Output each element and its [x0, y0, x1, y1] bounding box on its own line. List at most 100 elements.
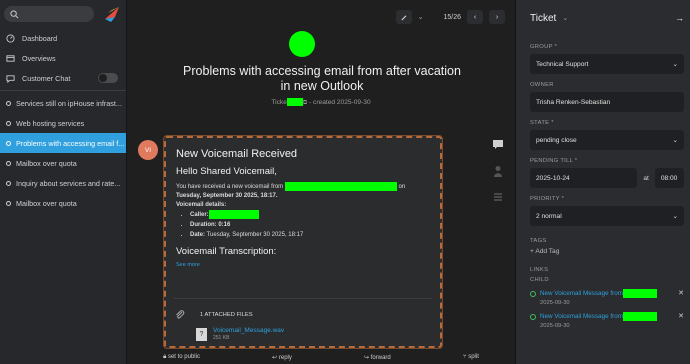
- nav-item-overviews[interactable]: Overviews: [0, 48, 126, 68]
- pending-time: 08:00: [660, 174, 678, 182]
- set-public-button[interactable]: 🔒︎ set to public: [163, 354, 200, 361]
- ticket-item[interactable]: Services still on ipHouse infrast...: [0, 93, 126, 113]
- links-label: LINKS: [530, 267, 549, 273]
- split-button[interactable]: ⑂ split: [463, 354, 479, 360]
- set-public-label: set to public: [167, 353, 200, 360]
- remove-link-icon[interactable]: ✕: [678, 312, 684, 320]
- add-tag-link[interactable]: + Add Tag: [530, 248, 684, 255]
- attachment-item[interactable]: ? Voicemail_Message.wav 251 KB: [196, 327, 432, 341]
- details-list: Caller: Duration: 0:16 Date: Tuesday, Se…: [176, 210, 430, 240]
- chat-icon: [6, 74, 15, 83]
- customer-avatar-large: [289, 31, 315, 57]
- chevron-left-icon: ‹: [473, 13, 477, 21]
- pending-date-input[interactable]: 2025-10-24: [530, 168, 638, 188]
- linked-ticket-date: 2025-09-30: [540, 323, 570, 329]
- pagination-count: 15/26: [443, 13, 461, 21]
- chevron-down-icon: ⌄: [672, 213, 678, 220]
- ticket-item-label: Inquiry about services and rate...: [16, 178, 121, 188]
- redacted-caller: [284, 182, 397, 191]
- ticket-item-label: Services still on ipHouse infrast...: [16, 98, 122, 108]
- logo-icon[interactable]: [102, 4, 122, 24]
- status-circle-icon: [530, 314, 536, 320]
- pending-label: PENDING TILL *: [530, 158, 578, 164]
- split-label: split: [468, 354, 479, 360]
- attachment-name[interactable]: Voicemail_Message.wav: [213, 327, 284, 334]
- nav-item-label: Customer Chat: [22, 73, 71, 83]
- see-more-link[interactable]: See more: [176, 262, 430, 268]
- group-label: GROUP *: [530, 44, 558, 50]
- state-label: STATE *: [530, 120, 554, 126]
- state-select[interactable]: pending close ⌄: [530, 130, 684, 150]
- ticket-item-active[interactable]: Problems with accessing email f...: [0, 133, 126, 153]
- copy-icon[interactable]: ⧉: [303, 100, 307, 106]
- comment-icon[interactable]: [492, 139, 504, 151]
- ticket-meta: Ticke ⧉ - created 2025-09-30: [127, 98, 515, 107]
- reply-label: reply: [278, 354, 292, 361]
- forward-label: forward: [370, 354, 391, 361]
- chevron-right-icon: ›: [495, 13, 499, 21]
- group-value: Technical Support: [536, 60, 589, 68]
- chevron-down-icon: ⌄: [672, 61, 678, 68]
- linked-ticket-title[interactable]: New Voicemail Message from: [540, 290, 623, 297]
- linked-ticket-title[interactable]: New Voicemail Message from: [540, 313, 623, 320]
- linked-ticket[interactable]: New Voicemail Message from 2025-09-30 ✕: [530, 312, 684, 329]
- pending-time-input[interactable]: 08:00: [654, 168, 684, 188]
- nav-item-customer-chat[interactable]: Customer Chat: [0, 68, 126, 88]
- list-icon[interactable]: [492, 191, 504, 203]
- attachment-meta: Voicemail_Message.wav 251 KB: [213, 327, 284, 341]
- owner-select[interactable]: Trisha Renken-Sebastian: [530, 92, 684, 112]
- nav-item-dashboard[interactable]: Dashboard: [0, 28, 126, 48]
- ticket-item[interactable]: Mailbox over quota: [0, 153, 126, 173]
- priority-select[interactable]: 2 normal ⌄: [530, 206, 684, 226]
- pencil-icon: [401, 15, 406, 21]
- status-dot-icon: [6, 140, 11, 146]
- collapse-sidebar-icon[interactable]: →: [675, 13, 684, 23]
- ticket-item-label: Problems with accessing email f...: [16, 138, 125, 148]
- paperclip-icon: [176, 310, 185, 319]
- edit-chevron-down-icon[interactable]: ⌄: [418, 13, 424, 21]
- app: Dashboard Overviews Customer Chat Servic…: [0, 0, 690, 364]
- group-select[interactable]: Technical Support ⌄: [530, 54, 684, 74]
- article: New Voicemail Received Hello Shared Voic…: [163, 135, 443, 349]
- ticket-item[interactable]: Inquiry about services and rate...: [0, 173, 126, 193]
- edit-button[interactable]: [395, 10, 412, 24]
- next-ticket-button[interactable]: ›: [489, 10, 505, 24]
- search-icon: [10, 9, 19, 18]
- lock-icon: 🔒︎: [163, 353, 167, 360]
- intro-date: Tuesday, September 30 2025, 18:17.: [176, 193, 278, 200]
- linked-ticket-info: New Voicemail Message from 2025-09-30: [540, 289, 657, 306]
- remove-link-icon[interactable]: ✕: [678, 289, 684, 297]
- ticket-item[interactable]: Mailbox over quota: [0, 193, 126, 213]
- intro-text: You have received a new voicemail from: [176, 184, 284, 191]
- reply-button[interactable]: ↩ reply: [272, 354, 292, 361]
- attached-count: 1 ATTACHED FILES: [200, 312, 253, 318]
- ticket-meta-suffix: - created 2025-09-30: [309, 98, 371, 106]
- linked-ticket[interactable]: New Voicemail Message from 2025-09-30 ✕: [530, 289, 684, 306]
- article-avatar[interactable]: VI: [138, 140, 158, 160]
- article-actions: 🔒︎ set to public ↩ reply ↪ forward ⑂ spl…: [127, 350, 515, 364]
- status-dot-icon: [6, 180, 11, 186]
- customer-icon[interactable]: [492, 165, 504, 177]
- redacted-caller-number: [208, 210, 259, 220]
- owner-label: OWNER: [530, 82, 554, 88]
- owner-value: Trisha Renken-Sebastian: [536, 98, 611, 106]
- chevron-down-icon: ⌄: [672, 137, 678, 144]
- tags-label: TAGS: [530, 238, 547, 244]
- ticket-topbar: ⌄ 15/26 ‹ ›: [127, 0, 515, 34]
- chat-toggle[interactable]: [98, 73, 118, 83]
- dashboard-icon: [6, 33, 15, 43]
- linked-ticket-date: 2025-09-30: [540, 300, 570, 306]
- attachment-size: 251 KB: [213, 335, 230, 341]
- forward-button[interactable]: ↪ forward: [364, 354, 391, 361]
- nav-divider: [0, 90, 126, 91]
- attachments: 1 ATTACHED FILES ? Voicemail_Message.wav…: [174, 298, 432, 341]
- ticket-item[interactable]: Web hosting services: [0, 113, 126, 133]
- sidebar-chevron-down-icon[interactable]: ⌄: [562, 14, 568, 22]
- search-input[interactable]: [4, 6, 94, 22]
- priority-label: PRIORITY *: [530, 196, 565, 202]
- ticket-sidebar: Ticket ⌄ → GROUP * Technical Support ⌄ OW…: [515, 0, 690, 364]
- previous-ticket-button[interactable]: ‹: [467, 10, 483, 24]
- status-dot-icon: [6, 160, 11, 166]
- reply-icon: ↩: [272, 354, 278, 361]
- linked-ticket-info: New Voicemail Message from 2025-09-30: [540, 312, 657, 329]
